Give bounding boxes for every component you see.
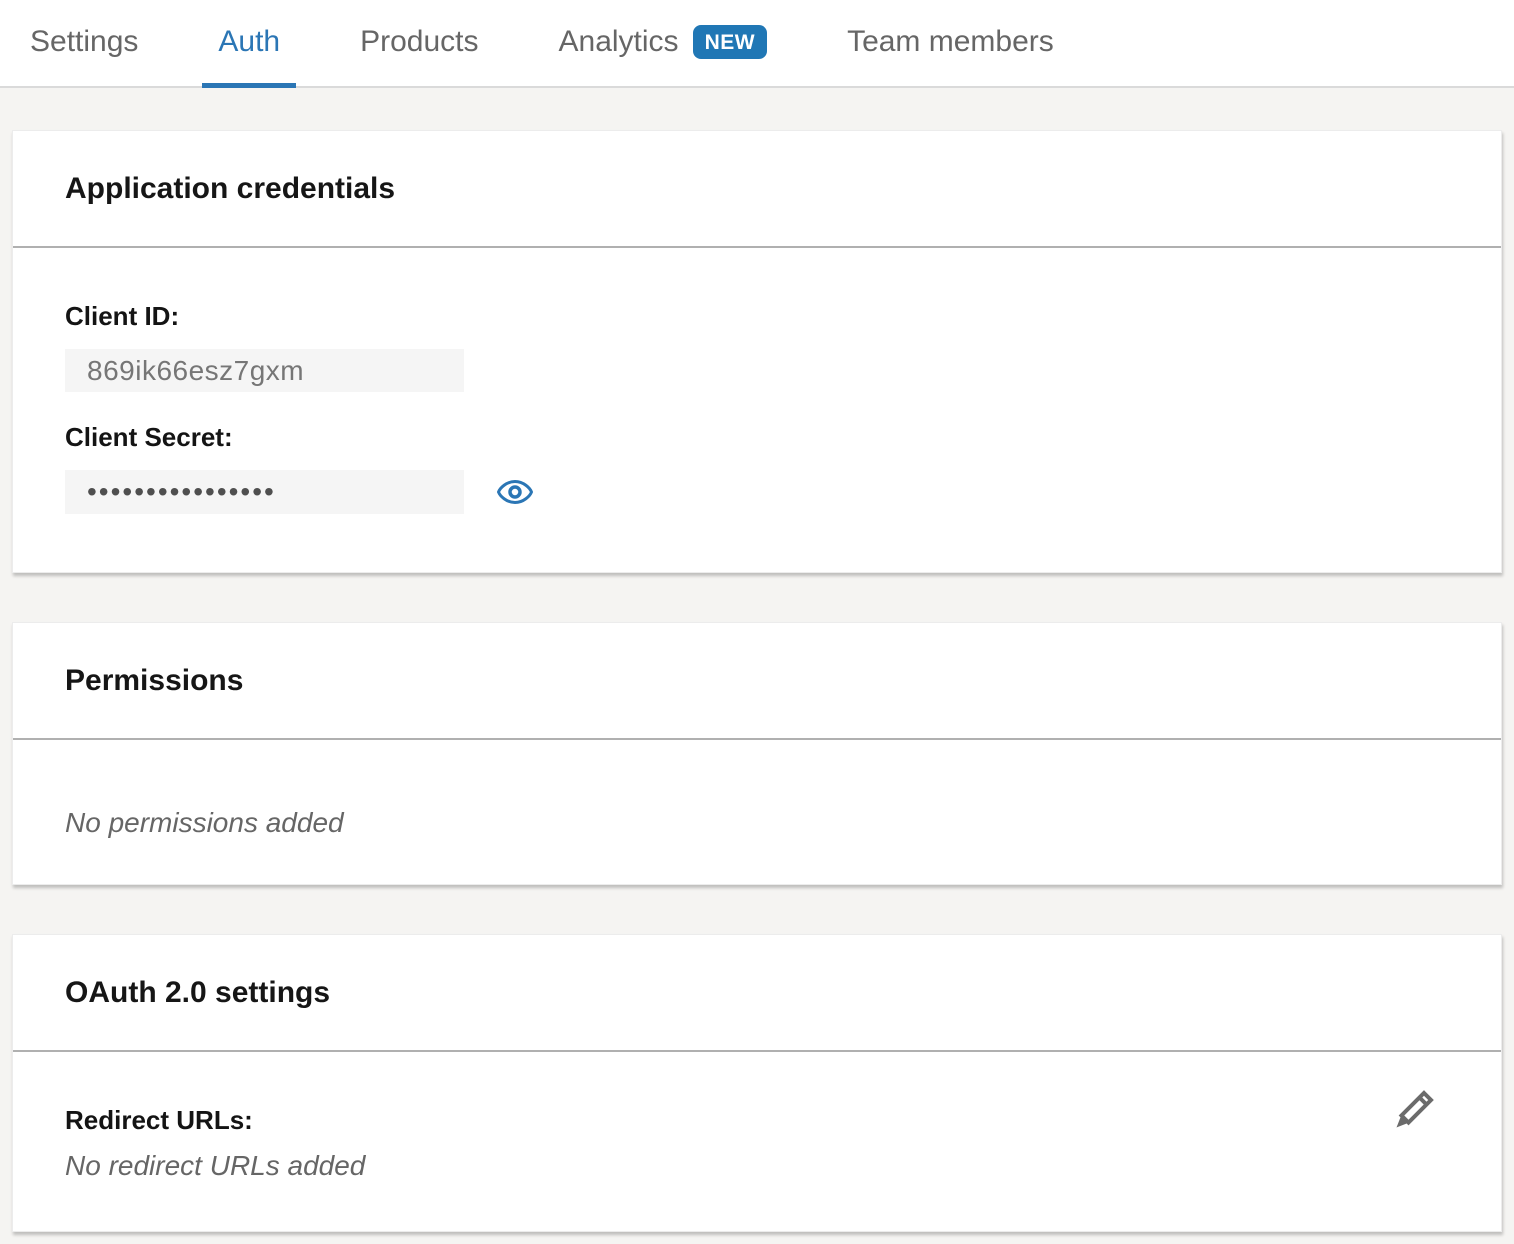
tab-bar: Settings Auth Products Analytics NEW Tea… (0, 0, 1514, 88)
application-credentials-header: Application credentials (13, 131, 1501, 248)
tab-auth[interactable]: Auth (202, 0, 296, 88)
eye-icon[interactable] (497, 477, 533, 507)
redirect-urls-label: Redirect URLs: (65, 1104, 1449, 1136)
redirect-urls-empty-text: No redirect URLs added (65, 1149, 1449, 1183)
tab-team-members[interactable]: Team members (831, 0, 1070, 88)
client-id-value: 869ik66esz7gxm (65, 349, 464, 392)
permissions-card: Permissions No permissions added (12, 622, 1502, 885)
tab-settings-label: Settings (30, 25, 138, 59)
client-secret-value: •••••••••••••••• (65, 470, 464, 514)
permissions-title: Permissions (65, 664, 243, 698)
oauth-settings-title: OAuth 2.0 settings (65, 976, 330, 1010)
oauth-settings-card: OAuth 2.0 settings Redirect URLs: No red… (12, 934, 1502, 1232)
client-id-label: Client ID: (65, 300, 1449, 332)
client-secret-masked-text: •••••••••••••••• (87, 476, 276, 508)
client-id-text: 869ik66esz7gxm (87, 355, 304, 387)
client-secret-label: Client Secret: (65, 421, 1449, 453)
tab-team-members-label: Team members (847, 25, 1054, 59)
pencil-icon[interactable] (1393, 1085, 1439, 1133)
permissions-empty-text: No permissions added (65, 806, 1449, 840)
new-badge: NEW (693, 25, 768, 59)
tab-products[interactable]: Products (344, 0, 494, 88)
tab-analytics[interactable]: Analytics NEW (543, 0, 784, 88)
application-credentials-card: Application credentials Client ID: 869ik… (12, 130, 1502, 573)
oauth-settings-header: OAuth 2.0 settings (13, 935, 1501, 1052)
application-credentials-title: Application credentials (65, 172, 395, 206)
tab-settings[interactable]: Settings (14, 0, 154, 88)
tab-analytics-label: Analytics (559, 25, 679, 59)
tab-auth-label: Auth (218, 25, 280, 59)
tab-products-label: Products (360, 25, 478, 59)
permissions-header: Permissions (13, 623, 1501, 740)
